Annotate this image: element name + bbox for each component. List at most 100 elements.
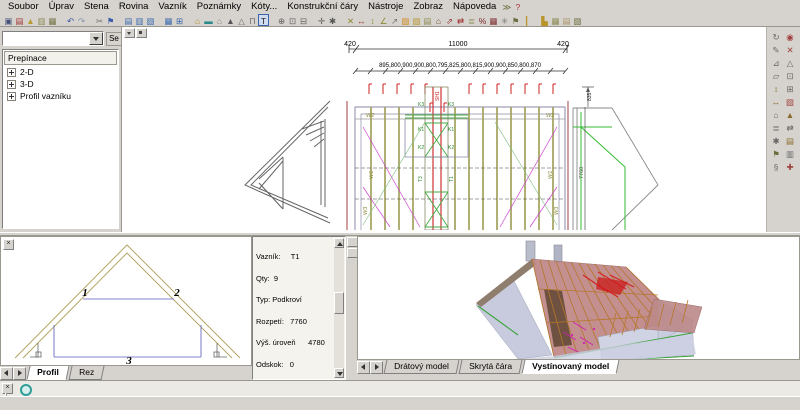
marker-3d-icon[interactable]: ⚑: [769, 147, 783, 160]
close-icon[interactable]: ×: [2, 383, 13, 394]
text-tool-icon[interactable]: T: [258, 13, 269, 26]
roof-down-icon[interactable]: △: [236, 14, 247, 26]
notes-3d-icon[interactable]: §: [769, 160, 783, 173]
render-settings-icon[interactable]: ✱: [769, 134, 783, 147]
context-help-icon[interactable]: ?: [512, 0, 523, 12]
menu-nastroje[interactable]: Nástroje: [363, 0, 408, 13]
properties-scrollbar[interactable]: [334, 238, 344, 378]
panel-3d-icon[interactable]: ▥: [783, 147, 797, 160]
panel-side-button[interactable]: Se: [106, 32, 122, 46]
lock-tool-icon[interactable]: ⌂: [214, 14, 225, 26]
section-box-icon[interactable]: ⊡: [783, 69, 797, 82]
flag-tool-icon[interactable]: ⚑: [510, 14, 521, 26]
plate-tool-icon[interactable]: ▱: [769, 69, 783, 82]
roof-slope-icon[interactable]: ▲: [783, 108, 797, 121]
window-table-icon[interactable]: ⊞: [174, 14, 185, 26]
tab-rez[interactable]: Rez: [68, 366, 105, 380]
tree-item-2d[interactable]: 2-D: [3, 66, 118, 78]
canvas-detach-button[interactable]: [136, 28, 147, 38]
plan-drawing-canvas[interactable]: 420 11000 420 895,800,900,900,800,795,82…: [121, 27, 766, 232]
close-icon[interactable]: ×: [3, 239, 14, 250]
menu-uprav[interactable]: Úprav: [44, 0, 79, 13]
zoom-window-icon[interactable]: ⊡: [287, 14, 298, 26]
window-profile-icon[interactable]: ▧: [145, 14, 156, 26]
menu-koty[interactable]: Kóty...: [246, 0, 282, 13]
tab-vystinovany-model[interactable]: Vystínovaný model: [521, 360, 620, 374]
roof-up-icon[interactable]: ▲: [225, 14, 236, 26]
table-view-icon[interactable]: ▦: [550, 14, 561, 26]
hatch-icon[interactable]: ▨: [400, 14, 411, 26]
export-model-icon[interactable]: ▲: [25, 14, 36, 26]
sheet-layout-icon[interactable]: ▙: [539, 14, 550, 26]
tab-scroll-right-icon[interactable]: [370, 361, 383, 374]
options-icon[interactable]: ▧: [572, 14, 583, 26]
layer-manager-icon[interactable]: ▤: [422, 14, 433, 26]
save-icon[interactable]: ▣: [3, 14, 14, 26]
rotate-view-icon[interactable]: ↻: [769, 30, 783, 43]
layer-3d-icon[interactable]: ▤: [783, 134, 797, 147]
menu-rovina[interactable]: Rovina: [114, 0, 154, 13]
window-3d-icon[interactable]: ▦: [163, 14, 174, 26]
leader-line-icon[interactable]: ↗: [389, 14, 400, 26]
tab-dratovy-model[interactable]: Drátový model: [383, 360, 460, 374]
scroll-down-icon[interactable]: [334, 368, 344, 378]
scroll-up-icon[interactable]: [334, 238, 344, 248]
copy-drawing-icon[interactable]: ▥: [36, 14, 47, 26]
menu-napoveda[interactable]: Nápoveda: [448, 0, 501, 13]
zoom-extents-icon[interactable]: ⊟: [298, 14, 309, 26]
tab-scroll-left-icon[interactable]: [357, 361, 370, 374]
truss-3d-icon[interactable]: △: [783, 56, 797, 69]
truss-tool-icon[interactable]: ⌂: [192, 14, 203, 26]
delete-drawing-icon[interactable]: ▦: [47, 14, 58, 26]
house-view-icon[interactable]: ⌂: [433, 14, 444, 26]
expand-plus-icon[interactable]: [7, 67, 16, 77]
hatch-3d-icon[interactable]: ▨: [783, 95, 797, 108]
dim-vertical-icon[interactable]: ↕: [367, 14, 378, 26]
menu-zobraz[interactable]: Zobraz: [408, 0, 448, 13]
arrow-tool-icon[interactable]: ⇗: [444, 14, 455, 26]
scrollbar-thumb[interactable]: [334, 292, 344, 314]
node-edit-icon[interactable]: ✳: [499, 14, 510, 26]
menu-vaznik[interactable]: Vazník: [153, 0, 191, 13]
expand-plus-icon[interactable]: [7, 91, 16, 101]
roof-plane-icon[interactable]: ⊿: [769, 56, 783, 69]
dim-horizontal-3d-icon[interactable]: ↔: [769, 95, 783, 108]
tab-scroll-left-icon[interactable]: [0, 367, 13, 380]
tab-scroll-right-icon[interactable]: [13, 367, 26, 380]
swap-view-icon[interactable]: ⇄: [783, 121, 797, 134]
add-member-icon[interactable]: ✚: [783, 160, 797, 173]
new-window-icon[interactable]: ▤: [123, 14, 134, 26]
dim-vertical-3d-icon[interactable]: ↕: [769, 82, 783, 95]
column-tool-icon[interactable]: ┃: [521, 14, 532, 26]
paste-icon[interactable]: ⚑: [105, 14, 116, 26]
stairs-icon[interactable]: ≣: [466, 14, 477, 26]
camera-icon[interactable]: ◉: [783, 30, 797, 43]
window-plan-icon[interactable]: ▥: [134, 14, 145, 26]
menu-soubor[interactable]: Soubor: [3, 0, 44, 13]
edit-member-icon[interactable]: ✎: [769, 43, 783, 56]
preview-icon[interactable]: ▤: [561, 14, 572, 26]
pan-icon[interactable]: ✛: [316, 14, 327, 26]
redo-icon[interactable]: ↷: [76, 14, 87, 26]
profile-canvas[interactable]: × 1 2 3: [0, 236, 252, 367]
view3d-canvas[interactable]: [357, 236, 800, 363]
dim-angle-icon[interactable]: ∠: [378, 14, 389, 26]
menu-stena[interactable]: Stena: [79, 0, 114, 13]
tab-profil[interactable]: Profil: [26, 366, 70, 380]
menu-konstrukcni-cary[interactable]: Konstrukční čáry: [282, 0, 363, 13]
block-icon[interactable]: ▦: [488, 14, 499, 26]
expand-plus-icon[interactable]: [7, 79, 16, 89]
measure-icon[interactable]: ✕: [345, 14, 356, 26]
dim-horizontal-icon[interactable]: ↔: [356, 14, 367, 26]
menu-poznamky[interactable]: Poznámky: [192, 0, 246, 13]
list-members-icon[interactable]: ≣: [769, 121, 783, 134]
grid-3d-icon[interactable]: ⊞: [783, 82, 797, 95]
frame-tool-icon[interactable]: Π: [247, 14, 258, 26]
find-icon[interactable]: ✱: [327, 14, 338, 26]
swap-arrows-icon[interactable]: ⇄: [455, 14, 466, 26]
cut-icon[interactable]: ✂: [94, 14, 105, 26]
tree-item-3d[interactable]: 3-D: [3, 78, 118, 90]
undo-icon[interactable]: ↶: [65, 14, 76, 26]
zoom-in-icon[interactable]: ⊕: [276, 14, 287, 26]
percent-icon[interactable]: %: [477, 14, 488, 26]
